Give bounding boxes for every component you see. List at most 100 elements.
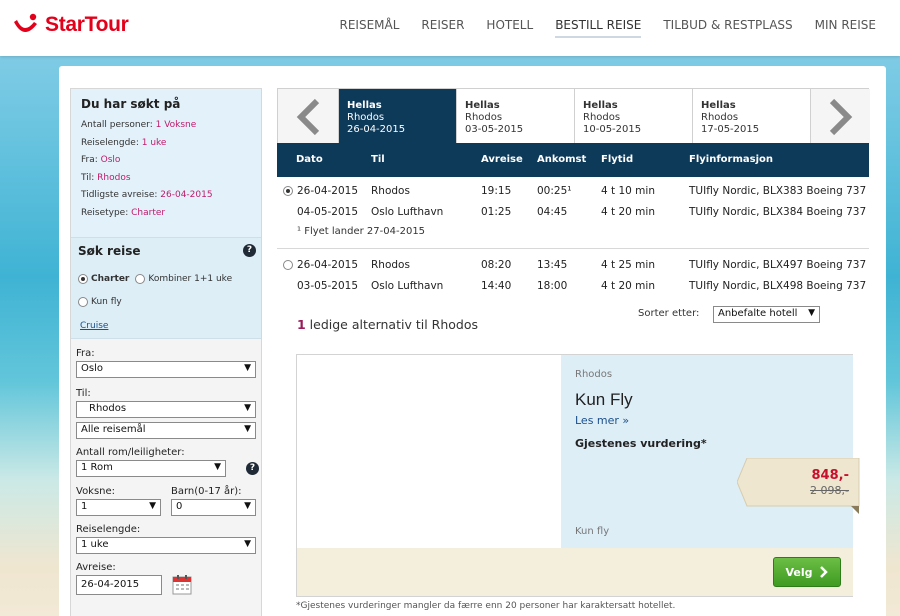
depart-date-input[interactable]: 26-04-2015 [76,575,162,595]
radio-combine[interactable]: Kombiner 1+1 uke [135,274,232,284]
results-area: Hellas Rhodos 26-04-2015 Hellas Rhodos 0… [277,88,870,611]
from-select[interactable]: Oslo ▼ [76,361,256,378]
radio-button[interactable] [78,274,88,284]
nav-item-bestill-reise[interactable]: BESTILL REISE [555,18,642,38]
calendar-icon[interactable] [172,574,192,595]
result-title[interactable]: Kun Fly [575,390,633,410]
radio-button[interactable] [78,297,88,307]
read-more-link[interactable]: Les mer » [575,414,629,427]
select-button[interactable]: Velg [773,557,841,587]
sort-select[interactable]: Anbefalte hotell ▼ [713,306,820,323]
select-value: 1 [81,501,88,512]
flight-leg: 26-04-2015 Rhodos 08:20 13:45 4 t 25 min… [277,255,869,276]
to-select[interactable]: Rhodos ▼ [76,401,256,418]
destination-select[interactable]: Alle reisemål ▼ [76,422,256,439]
column-header: Avreise [481,154,523,165]
date-tab[interactable]: Hellas Rhodos 17-05-2015 [692,89,810,144]
chevron-right-icon [829,98,852,135]
leg-destination: Rhodos [371,259,410,271]
chevron-left-icon [296,98,320,135]
leg-arrive: 00:25¹ [537,185,572,197]
summary-value: 1 uke [141,137,167,148]
summary-value: Charter [131,207,166,218]
date-tabs: Hellas Rhodos 26-04-2015 Hellas Rhodos 0… [277,88,870,144]
leg-info: TUIfly Nordic, BLX498 Boeing 737 [689,280,867,292]
rating-disclaimer: *Gjestenes vurderinger mangler da færre … [296,601,676,611]
radio-flight-only[interactable]: Kun fly [78,297,122,307]
leg-date: 04-05-2015 [297,206,359,218]
result-footer [297,548,853,596]
date-tab[interactable]: Hellas Rhodos 10-05-2015 [574,89,692,144]
help-icon[interactable]: ? [246,462,259,475]
children-select[interactable]: 0 ▼ [171,499,256,516]
tab-place: Rhodos [465,112,503,123]
caret-down-icon: ▼ [214,462,221,472]
leg-date: 03-05-2015 [297,280,359,292]
cruise-link[interactable]: Cruise [80,321,108,331]
caret-down-icon: ▼ [149,501,156,511]
radio-label: Kombiner 1+1 uke [148,274,233,284]
site-header: StarTour REISEMÅL REISER HOTELL BESTILL … [0,0,900,56]
summary-row: Reiselengde: 1 uke [81,135,251,153]
tab-date: 26-04-2015 [347,124,406,135]
nav-item-tilbud[interactable]: TILBUD & RESTPLASS [663,18,792,38]
select-value: Alle reisemål [81,424,146,435]
summary-value: Oslo [100,155,121,165]
to-label: Til: [76,388,91,399]
adults-select[interactable]: 1 ▼ [76,499,161,516]
column-header: Dato [296,154,323,165]
radio-label: Charter [91,274,130,284]
nav-item-reiser[interactable]: REISER [421,18,464,38]
tab-country: Hellas [701,100,736,111]
summary-row: Reisetype: Charter [81,205,251,223]
summary-row: Antall personer: 1 Voksne [81,117,251,135]
column-header: Flyinformasjon [689,154,774,165]
caret-down-icon: ▼ [244,363,251,373]
date-tab[interactable]: Hellas Rhodos 26-04-2015 [338,89,456,144]
summary-label: Antall personer: [81,120,153,130]
price-original: 2 098,- [810,484,849,497]
column-header: Ankomst [537,154,587,165]
next-dates-button[interactable] [810,89,870,144]
leg-destination: Oslo Lufthavn [371,280,444,292]
summary-label: Fra: [81,155,98,165]
nav-item-hotell[interactable]: HOTELL [486,18,533,38]
select-value: Rhodos [89,403,127,414]
tab-place: Rhodos [583,112,621,123]
help-icon[interactable]: ? [243,244,256,257]
radio-charter[interactable]: Charter [78,274,129,284]
leg-arrive: 04:45 [537,206,568,218]
summary-value: Rhodos [97,172,131,183]
nav-item-min-reise[interactable]: MIN REISE [815,18,876,38]
date-tab[interactable]: Hellas Rhodos 03-05-2015 [456,89,574,144]
summary-label: Til: [81,172,95,183]
result-image [297,355,561,548]
result-card: Rhodos Kun Fly Les mer » Gjestenes vurde… [296,354,860,597]
tab-date: 17-05-2015 [701,124,760,135]
flight-footnote: ¹ Flyet lander 27-04-2015 [277,223,869,245]
count-text: ledige alternativ til Rhodos [305,317,478,332]
flight-leg: 04-05-2015 Oslo Lufthavn 01:25 04:45 4 t… [277,202,869,223]
caret-down-icon: ▼ [244,539,251,549]
radio-button[interactable] [135,274,146,284]
column-header: Flytid [601,154,634,165]
children-label: Barn(0-17 år): [171,486,242,497]
tab-place: Rhodos [701,112,739,123]
select-value: Anbefalte hotell [718,308,798,319]
length-select[interactable]: 1 uke ▼ [76,537,256,554]
flight-option[interactable]: 26-04-2015 Rhodos 08:20 13:45 4 t 25 min… [277,249,869,301]
nav-item-reisemal[interactable]: REISEMÅL [340,18,400,38]
select-value: 0 [176,501,183,512]
flight-option[interactable]: 26-04-2015 Rhodos 19:15 00:25¹ 4 t 10 mi… [277,177,869,249]
startour-logo[interactable]: StarTour [12,9,147,41]
leg-depart: 01:25 [481,206,512,218]
result-type: Kun fly [575,526,610,537]
rooms-select[interactable]: 1 Rom ▼ [76,460,226,477]
rooms-row: 1 Rom ▼ ? [76,460,259,477]
adults-label: Voksne: [76,486,116,497]
leg-destination: Oslo Lufthavn [371,206,444,218]
children-group: Barn(0-17 år): 0 ▼ [171,477,256,516]
prev-dates-button[interactable] [278,89,338,144]
count-number: 1 [297,317,306,332]
summary-label: Tidligste avreise: [81,190,158,200]
